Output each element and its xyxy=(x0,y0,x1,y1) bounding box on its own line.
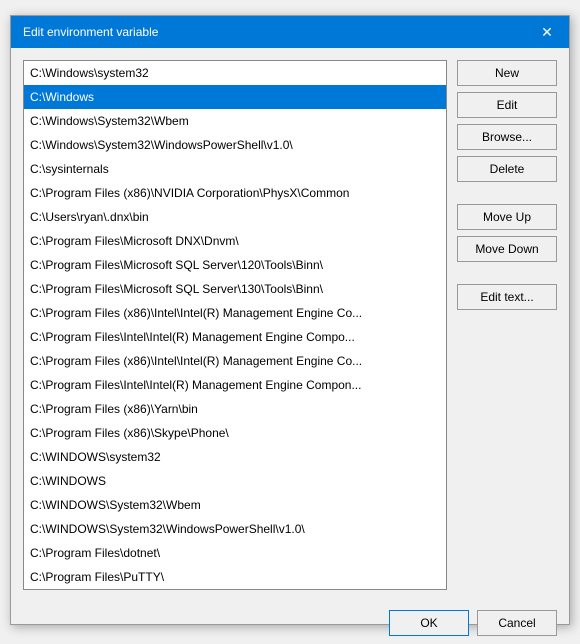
spacer1 xyxy=(457,188,557,198)
list-item[interactable]: C:\Program Files\Intel\Intel(R) Manageme… xyxy=(24,373,446,397)
new-button[interactable]: New xyxy=(457,60,557,86)
list-item[interactable]: C:\Program Files\Intel\Intel(R) Manageme… xyxy=(24,325,446,349)
dialog-body: C:\Windows\system32C:\WindowsC:\Windows\… xyxy=(11,48,569,602)
delete-button[interactable]: Delete xyxy=(457,156,557,182)
list-item[interactable]: C:\WINDOWS xyxy=(24,469,446,493)
list-item[interactable]: C:\Program Files\dotnet\ xyxy=(24,541,446,565)
close-button[interactable]: ✕ xyxy=(537,22,557,42)
env-variable-list-container: C:\Windows\system32C:\WindowsC:\Windows\… xyxy=(23,60,447,590)
list-item[interactable]: C:\Program Files\PuTTY\ xyxy=(24,565,446,589)
title-bar: Edit environment variable ✕ xyxy=(11,16,569,48)
list-item[interactable]: C:\Program Files (x86)\NVIDIA Corporatio… xyxy=(24,181,446,205)
spacer2 xyxy=(457,268,557,278)
list-item[interactable]: C:\Program Files (x86)\Yarn\bin xyxy=(24,397,446,421)
dialog-footer: OK Cancel xyxy=(11,602,569,644)
env-variable-listbox[interactable]: C:\Windows\system32C:\WindowsC:\Windows\… xyxy=(24,61,446,589)
list-item[interactable]: C:\Program Files (x86)\Intel\Intel(R) Ma… xyxy=(24,349,446,373)
edit-text-button[interactable]: Edit text... xyxy=(457,284,557,310)
list-item[interactable]: C:\Windows\system32 xyxy=(24,61,446,85)
list-item[interactable]: C:\Program Files\Microsoft SQL Server\12… xyxy=(24,253,446,277)
ok-button[interactable]: OK xyxy=(389,610,469,636)
list-item[interactable]: C:\WINDOWS\System32\WindowsPowerShell\v1… xyxy=(24,517,446,541)
list-item[interactable]: C:\Program Files\Microsoft DNX\Dnvm\ xyxy=(24,229,446,253)
list-item[interactable]: C:\Windows\System32\WindowsPowerShell\v1… xyxy=(24,133,446,157)
list-item[interactable]: C:\Program Files (x86)\Intel\Intel(R) Ma… xyxy=(24,301,446,325)
list-item[interactable]: C:\sysinternals xyxy=(24,157,446,181)
buttons-panel: New Edit Browse... Delete Move Up Move D… xyxy=(457,60,557,590)
cancel-button[interactable]: Cancel xyxy=(477,610,557,636)
list-item[interactable]: C:\WINDOWS\System32\Wbem xyxy=(24,493,446,517)
list-item[interactable]: C:\WINDOWS\system32 xyxy=(24,445,446,469)
list-item[interactable]: C:\Windows\System32\Wbem xyxy=(24,109,446,133)
move-down-button[interactable]: Move Down xyxy=(457,236,557,262)
list-item[interactable]: C:\Windows xyxy=(24,85,446,109)
dialog-title: Edit environment variable xyxy=(23,25,158,39)
move-up-button[interactable]: Move Up xyxy=(457,204,557,230)
browse-button[interactable]: Browse... xyxy=(457,124,557,150)
list-item[interactable]: C:\Program Files\Microsoft SQL Server\13… xyxy=(24,277,446,301)
list-item[interactable]: C:\Program Files (x86)\Skype\Phone\ xyxy=(24,421,446,445)
edit-env-variable-dialog: Edit environment variable ✕ C:\Windows\s… xyxy=(10,15,570,625)
edit-button[interactable]: Edit xyxy=(457,92,557,118)
list-item[interactable]: C:\Users\ryan\.dnx\bin xyxy=(24,205,446,229)
